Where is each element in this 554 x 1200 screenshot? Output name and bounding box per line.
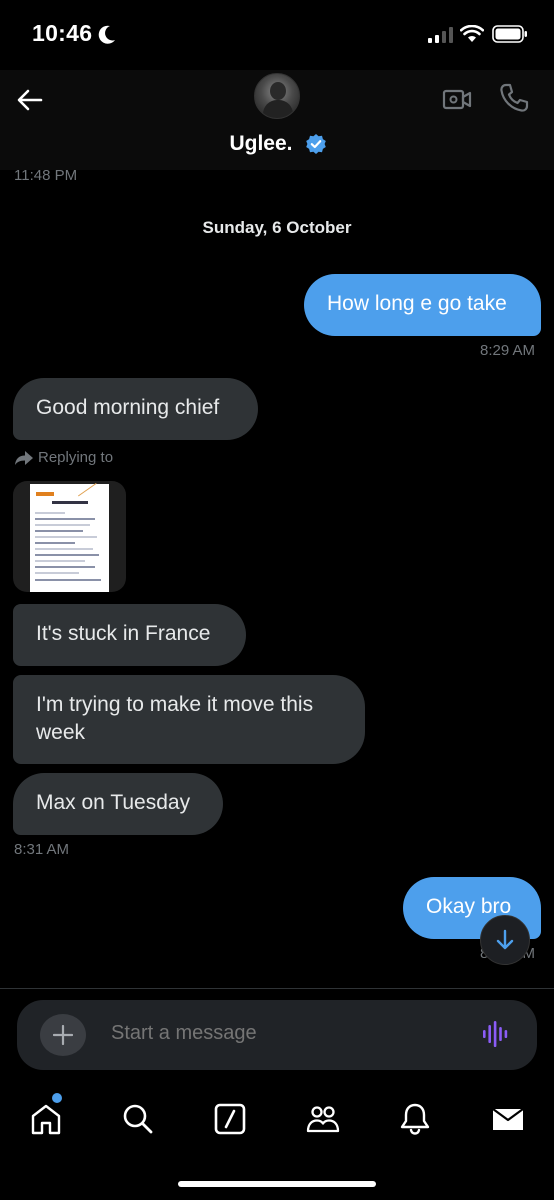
arrow-down-icon — [496, 929, 514, 950]
home-icon[interactable] — [29, 1102, 63, 1136]
transaction-receipt-thumbnail[interactable] — [13, 481, 126, 592]
contact-name[interactable]: Uglee. — [0, 132, 554, 156]
message-composer — [17, 1000, 537, 1070]
reply-label: Replying to — [38, 449, 114, 466]
message-bubble-incoming[interactable]: It's stuck in France — [13, 604, 246, 666]
reply-arrow-icon — [15, 450, 33, 465]
message-input[interactable] — [111, 1022, 451, 1045]
home-notification-dot — [52, 1093, 62, 1103]
moon-icon — [98, 25, 115, 44]
message-time: 8:31 AM — [14, 841, 70, 858]
battery-icon — [492, 25, 527, 43]
scroll-to-bottom-button[interactable] — [480, 915, 530, 965]
status-bar: 10:46 — [0, 0, 554, 70]
message-time-clipped: 11:48 PM — [14, 167, 78, 180]
notifications-icon[interactable] — [398, 1102, 432, 1136]
back-arrow-icon[interactable] — [14, 84, 46, 116]
home-indicator — [178, 1181, 376, 1187]
add-media-button[interactable] — [40, 1014, 86, 1056]
document-page — [30, 482, 109, 592]
wifi-icon — [460, 25, 484, 42]
bottom-navigation — [0, 1086, 554, 1146]
search-icon[interactable] — [121, 1102, 155, 1136]
avatar[interactable] — [254, 73, 300, 119]
voice-message-icon[interactable] — [481, 1019, 511, 1049]
plus-icon — [53, 1025, 73, 1045]
reply-indicator: Replying to — [14, 449, 113, 466]
conversation-header: Uglee. — [0, 70, 554, 170]
date-separator: Sunday, 6 October — [202, 218, 352, 237]
messages-icon[interactable] — [491, 1102, 525, 1136]
message-bubble-incoming[interactable]: Max on Tuesday — [13, 773, 223, 835]
message-bubble-incoming[interactable]: Good morning chief — [13, 378, 258, 440]
communities-icon[interactable] — [306, 1102, 340, 1136]
grok-icon[interactable] — [213, 1102, 247, 1136]
phone-icon[interactable] — [498, 82, 530, 114]
message-bubble-outgoing[interactable]: How long e go take — [304, 274, 541, 336]
video-call-icon[interactable] — [441, 84, 473, 114]
verified-badge-icon — [306, 134, 326, 154]
signal-icon — [428, 27, 453, 43]
composer-divider — [0, 988, 554, 989]
message-time: 8:29 AM — [480, 342, 536, 359]
message-bubble-incoming[interactable]: I'm trying to make it move this week — [13, 675, 365, 764]
status-time: 10:46 — [32, 20, 93, 46]
